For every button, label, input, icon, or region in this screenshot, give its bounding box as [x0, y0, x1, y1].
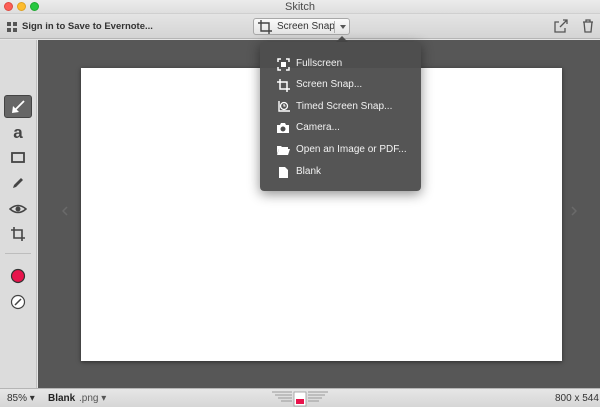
evernote-grid-icon — [7, 21, 17, 32]
crop-icon — [258, 19, 272, 34]
snap-divider — [334, 21, 335, 33]
crop-icon — [11, 226, 25, 241]
filename-field[interactable]: Blank — [48, 393, 75, 404]
stroke-icon — [10, 294, 26, 309]
snap-dropdown-menu: Fullscreen Screen Snap... Timed Screen S… — [260, 42, 421, 191]
menu-item-label: Camera... — [296, 122, 340, 133]
next-arrow-icon[interactable] — [571, 206, 577, 216]
arrow-tool[interactable] — [4, 95, 32, 118]
menu-item-timed-screen-snap[interactable]: Timed Screen Snap... — [260, 97, 421, 117]
menu-item-fullscreen[interactable]: Fullscreen — [260, 54, 421, 74]
folder-icon — [276, 143, 290, 157]
menu-item-label: Blank — [296, 166, 322, 177]
pen-icon — [13, 177, 23, 188]
file-extension: .png — [79, 393, 99, 404]
stroke-picker[interactable] — [4, 290, 32, 313]
crop-tool[interactable] — [4, 222, 32, 245]
trash-icon[interactable] — [582, 19, 594, 33]
screen-snap-button[interactable]: Screen Snap — [253, 18, 350, 35]
blur-tool[interactable] — [4, 197, 32, 220]
pen-tool[interactable] — [4, 171, 32, 194]
menu-item-blank[interactable]: Blank — [260, 162, 421, 182]
menu-item-label: Timed Screen Snap... — [296, 101, 393, 112]
menu-item-label: Fullscreen — [296, 58, 343, 69]
drag-export-handle[interactable] — [272, 389, 328, 407]
menu-item-label: Open an Image or PDF... — [296, 144, 407, 155]
zoom-selector[interactable]: 85% ▾ — [7, 393, 35, 404]
tool-divider — [5, 253, 31, 254]
drag-handle-icon — [272, 391, 328, 407]
signin-button[interactable]: Sign in to Save to Evernote... — [7, 21, 153, 32]
image-dimensions: 800 x 544 — [555, 393, 599, 404]
text-tool[interactable]: a — [4, 121, 32, 144]
previous-arrow-icon[interactable] — [62, 206, 68, 216]
blur-icon — [9, 204, 27, 213]
file-format-selector[interactable]: .png ▾ — [79, 393, 106, 404]
rectangle-tool[interactable] — [4, 146, 32, 169]
status-bar: 85% ▾ Blank .png ▾ 800 x 544 — [0, 388, 600, 407]
zoom-value: 85% — [7, 393, 28, 404]
menu-item-screen-snap[interactable]: Screen Snap... — [260, 75, 421, 95]
title-bar: Skitch — [0, 0, 600, 14]
text-icon: a — [13, 123, 23, 142]
crop-icon — [276, 78, 290, 92]
share-icon[interactable] — [554, 19, 568, 33]
screen-snap-label: Screen Snap — [277, 21, 335, 32]
chevron-down-icon[interactable] — [338, 22, 348, 32]
timer-crop-icon — [276, 100, 290, 114]
document-icon — [276, 165, 290, 179]
toolbar: Sign in to Save to Evernote... Screen Sn… — [0, 14, 600, 39]
camera-icon — [276, 121, 290, 135]
menu-item-camera[interactable]: Camera... — [260, 118, 421, 138]
signin-label: Sign in to Save to Evernote... — [22, 21, 153, 32]
fullscreen-icon — [276, 57, 290, 71]
window-title: Skitch — [285, 1, 315, 13]
rectangle-icon — [11, 151, 25, 163]
color-picker[interactable] — [4, 264, 32, 287]
arrow-icon — [12, 99, 25, 113]
menu-item-open-image[interactable]: Open an Image or PDF... — [260, 140, 421, 160]
color-icon — [10, 268, 26, 283]
menu-item-label: Screen Snap... — [296, 79, 363, 90]
tool-palette: a — [0, 40, 37, 388]
